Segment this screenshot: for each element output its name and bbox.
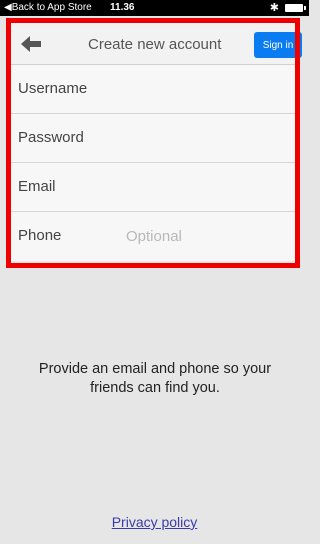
page-title: Create new account bbox=[88, 36, 222, 53]
nav-bar: Create new account Sign in bbox=[11, 23, 302, 65]
sign-in-button[interactable]: Sign in bbox=[254, 32, 302, 58]
info-text: Provide an email and phone so your frien… bbox=[38, 361, 272, 396]
password-field[interactable] bbox=[126, 127, 291, 149]
password-row[interactable]: Password bbox=[11, 114, 300, 163]
status-time: 11.36 bbox=[110, 2, 135, 13]
battery-icon bbox=[285, 4, 306, 12]
email-field[interactable] bbox=[126, 176, 291, 198]
status-bar: ◀Back to App Store 11.36 ✱ bbox=[0, 0, 309, 16]
phone-label: Phone bbox=[18, 227, 62, 244]
back-to-app-store-link[interactable]: ◀Back to App Store bbox=[4, 2, 92, 13]
phone-row[interactable]: Phone bbox=[11, 212, 300, 261]
bluetooth-icon: ✱ bbox=[269, 2, 279, 14]
privacy-policy-link[interactable]: Privacy policy bbox=[0, 514, 309, 530]
password-label: Password bbox=[18, 129, 84, 146]
username-field[interactable] bbox=[126, 78, 291, 100]
back-arrow-icon[interactable] bbox=[19, 32, 43, 56]
username-row[interactable]: Username bbox=[11, 65, 300, 114]
username-label: Username bbox=[18, 80, 88, 97]
phone-field[interactable] bbox=[126, 225, 291, 247]
email-label: Email bbox=[18, 178, 56, 195]
account-form: Username Password Email Phone bbox=[11, 65, 300, 261]
email-row[interactable]: Email bbox=[11, 163, 300, 212]
